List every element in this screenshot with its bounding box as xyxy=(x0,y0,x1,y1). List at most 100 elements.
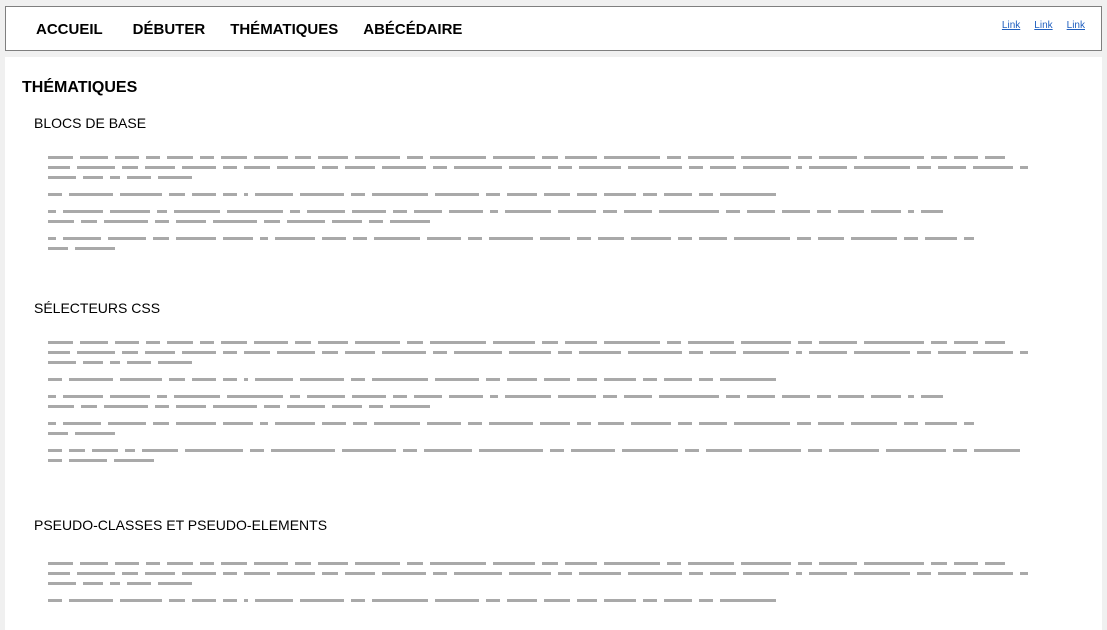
placeholder-word xyxy=(921,210,943,213)
placeholder-word xyxy=(1020,572,1028,575)
placeholder-word xyxy=(403,449,417,452)
nav-link-1[interactable]: Link xyxy=(1002,20,1020,31)
placeholder-word xyxy=(631,237,671,240)
placeholder-word xyxy=(808,449,822,452)
placeholder-word xyxy=(854,351,910,354)
placeholder-word xyxy=(48,405,74,408)
placeholder-word xyxy=(83,176,103,179)
placeholder-word xyxy=(427,237,461,240)
placeholder-word xyxy=(726,395,740,398)
placeholder-word xyxy=(689,572,703,575)
placeholder-word xyxy=(322,166,338,169)
placeholder-word xyxy=(48,449,62,452)
placeholder-word xyxy=(931,341,947,344)
placeholder-line xyxy=(48,459,1068,462)
placeholder-word xyxy=(120,599,162,602)
placeholder-word xyxy=(351,599,365,602)
placeholder-word xyxy=(796,166,802,169)
placeholder-word xyxy=(318,341,348,344)
placeholder-word xyxy=(345,166,375,169)
placeholder-word xyxy=(176,237,216,240)
section-heading-pseudo-classes: PSEUDO-CLASSES ET PSEUDO-ELEMENTS xyxy=(34,517,328,533)
placeholder-word xyxy=(176,405,206,408)
placeholder-word xyxy=(664,378,692,381)
placeholder-word xyxy=(145,351,175,354)
placeholder-line xyxy=(48,395,1068,398)
placeholder-word xyxy=(48,351,70,354)
placeholder-word xyxy=(355,156,400,159)
placeholder-word xyxy=(689,166,703,169)
placeholder-word xyxy=(726,210,740,213)
placeholder-word xyxy=(964,237,974,240)
placeholder-word xyxy=(342,449,396,452)
placeholder-word xyxy=(486,378,500,381)
placeholder-word xyxy=(213,220,257,223)
placeholder-word xyxy=(643,599,657,602)
placeholder-word xyxy=(689,351,703,354)
placeholder-word xyxy=(743,166,789,169)
placeholder-word xyxy=(244,351,270,354)
placeholder-word xyxy=(122,166,138,169)
placeholder-word xyxy=(747,395,775,398)
placeholder-word xyxy=(489,237,533,240)
placeholder-word xyxy=(92,449,118,452)
placeholder-word xyxy=(345,351,375,354)
nav-link-3[interactable]: Link xyxy=(1067,20,1085,31)
placeholder-word xyxy=(169,378,185,381)
nav-item-debuter[interactable]: DÉBUTER xyxy=(133,21,206,38)
placeholder-word xyxy=(255,193,293,196)
nav-item-abecedaire[interactable]: ABÉCÉDAIRE xyxy=(363,21,462,38)
placeholder-word xyxy=(667,156,681,159)
placeholder-word xyxy=(917,351,931,354)
nav-link-2[interactable]: Link xyxy=(1034,20,1052,31)
placeholder-word xyxy=(577,193,597,196)
placeholder-word xyxy=(244,193,248,196)
placeholder-word xyxy=(603,210,617,213)
placeholder-word xyxy=(352,395,386,398)
placeholder-word xyxy=(486,599,500,602)
placeholder-word xyxy=(110,176,120,179)
placeholder-word xyxy=(108,422,146,425)
placeholder-word xyxy=(48,361,76,364)
nav-item-thematiques[interactable]: THÉMATIQUES xyxy=(230,21,338,38)
placeholder-word xyxy=(167,562,193,565)
placeholder-word xyxy=(264,220,280,223)
placeholder-word xyxy=(550,449,564,452)
placeholder-word xyxy=(908,210,914,213)
placeholder-word xyxy=(908,395,914,398)
placeholder-word xyxy=(48,176,76,179)
placeholder-word xyxy=(48,193,62,196)
placeholder-word xyxy=(353,422,367,425)
placeholder-word xyxy=(200,156,214,159)
placeholder-word xyxy=(954,562,978,565)
placeholder-word xyxy=(254,156,288,159)
placeholder-word xyxy=(819,156,857,159)
placeholder-word xyxy=(393,395,407,398)
placeholder-word xyxy=(69,599,113,602)
placeholder-word xyxy=(254,341,288,344)
placeholder-word xyxy=(275,237,315,240)
placeholder-word xyxy=(558,166,572,169)
placeholder-line xyxy=(48,210,1068,213)
placeholder-word xyxy=(345,572,375,575)
placeholder-word xyxy=(260,422,268,425)
placeholder-word xyxy=(122,572,138,575)
placeholder-word xyxy=(290,210,300,213)
placeholder-word xyxy=(468,237,482,240)
section-heading-selecteurs-css: SÉLECTEURS CSS xyxy=(34,300,161,316)
placeholder-word xyxy=(244,166,270,169)
placeholder-word xyxy=(295,562,311,565)
placeholder-word xyxy=(277,351,315,354)
placeholder-word xyxy=(542,562,558,565)
placeholder-word xyxy=(176,220,206,223)
placeholder-word xyxy=(322,237,346,240)
placeholder-word xyxy=(819,341,857,344)
placeholder-word xyxy=(507,378,537,381)
placeholder-word xyxy=(63,422,101,425)
nav-item-accueil[interactable]: ACCUEIL xyxy=(36,21,103,38)
placeholder-word xyxy=(48,395,56,398)
placeholder-word xyxy=(622,449,678,452)
placeholder-word xyxy=(254,562,288,565)
main-content: THÉMATIQUES BLOCS DE BASE SÉLECTEURS CSS xyxy=(5,57,1102,630)
placeholder-word xyxy=(864,562,924,565)
